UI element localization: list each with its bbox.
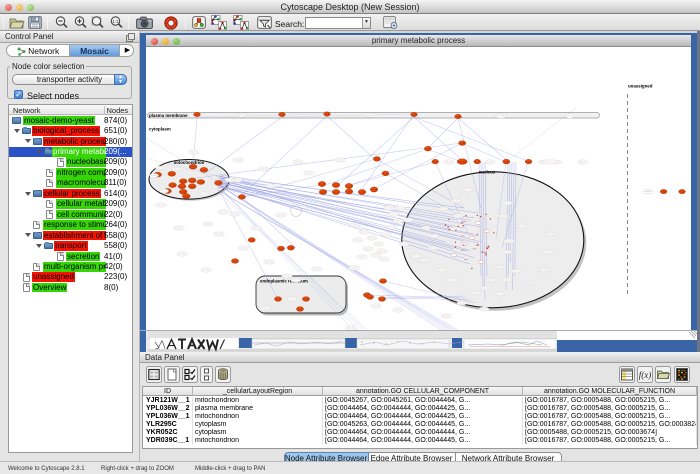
- svg-text:mitochondrion: mitochondrion: [174, 160, 205, 165]
- svg-text:cytoplasm: cytoplasm: [149, 127, 171, 132]
- svg-text:1:1: 1:1: [112, 19, 119, 24]
- svg-text:unassigned: unassigned: [628, 84, 653, 89]
- svg-text:f(x): f(x): [639, 370, 652, 380]
- svg-text:plasma membrane: plasma membrane: [149, 113, 188, 118]
- svg-text:nucleus: nucleus: [479, 170, 496, 175]
